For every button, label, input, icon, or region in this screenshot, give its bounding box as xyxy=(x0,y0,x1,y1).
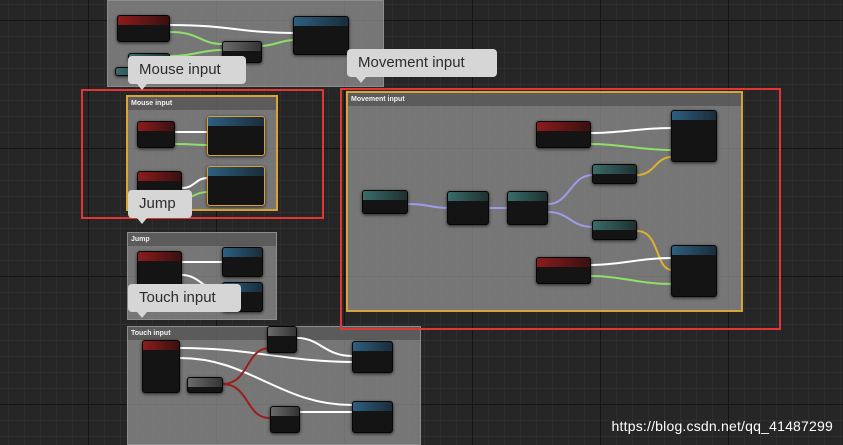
node-header xyxy=(353,342,392,351)
input-touch-node[interactable] xyxy=(142,340,180,393)
comment-bubble-jump[interactable]: Jump xyxy=(128,190,192,224)
bubble-label: Mouse input xyxy=(139,61,221,78)
blueprint-graph[interactable]: Mouse input Jump Touch input Movement in… xyxy=(0,0,843,445)
bubble-tail xyxy=(137,312,147,318)
stop-jumping-node[interactable] xyxy=(352,401,393,433)
node-header xyxy=(268,327,296,336)
bubble-tail xyxy=(137,218,147,224)
branch-node-top[interactable] xyxy=(267,326,297,353)
jump-node[interactable] xyxy=(352,341,393,373)
equal-node[interactable] xyxy=(187,377,223,393)
jump-node[interactable] xyxy=(222,247,263,277)
bubble-tail xyxy=(137,84,147,90)
node-header xyxy=(118,16,169,25)
watermark-url: https://blog.csdn.net/qq_41487299 xyxy=(611,418,833,434)
input-action-jump-node[interactable] xyxy=(137,251,182,287)
bubble-label: Movement input xyxy=(358,54,465,71)
node-header xyxy=(138,252,181,261)
input-event-node[interactable] xyxy=(117,15,170,42)
branch-node-bottom[interactable] xyxy=(270,406,300,433)
node-header xyxy=(294,17,348,26)
comment-bubble-movement-input[interactable]: Movement input xyxy=(347,49,497,83)
highlight-box-mouse-input xyxy=(81,89,324,219)
add-input-node[interactable] xyxy=(293,16,349,55)
bubble-label: Jump xyxy=(139,195,176,212)
bubble-tail xyxy=(356,77,366,83)
bubble-label: Touch input xyxy=(139,289,216,306)
comment-bubble-touch-input[interactable]: Touch input xyxy=(128,284,241,318)
node-header xyxy=(353,402,392,411)
node-header xyxy=(188,378,222,387)
node-header xyxy=(223,248,262,257)
highlight-box-movement-input xyxy=(340,88,781,330)
node-header xyxy=(271,407,299,416)
comment-bubble-mouse-input[interactable]: Mouse input xyxy=(128,56,246,90)
node-header xyxy=(143,341,179,350)
node-header xyxy=(223,42,261,51)
